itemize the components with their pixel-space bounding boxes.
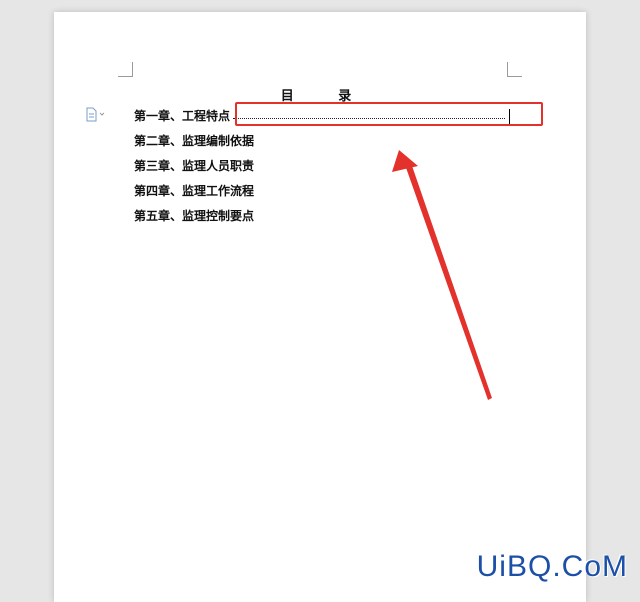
toc-entry-label: 第三章、监理人员职责 <box>134 159 255 173</box>
paragraph-layout-icon[interactable] <box>85 107 109 123</box>
toc-entry-label: 第一章、工程特点 <box>134 109 231 123</box>
margin-corner-top-right <box>507 62 522 77</box>
watermark-logo: UiBQ.CoM <box>476 550 628 583</box>
highlight-box <box>235 102 543 126</box>
toc-entry[interactable]: 第五章、监理控制要点 <box>134 208 510 233</box>
document-page[interactable]: 目 录 第一章、工程特点 第二章、监理编制依据 第三章、监理人员职责 第四章、监… <box>54 12 586 602</box>
toc-entry-label: 第二章、监理编制依据 <box>134 134 255 148</box>
margin-corner-top-left <box>118 62 133 77</box>
toc-entry-label: 第四章、监理工作流程 <box>134 184 255 198</box>
toc-list: 第一章、工程特点 第二章、监理编制依据 第三章、监理人员职责 第四章、监理工作流… <box>134 108 511 233</box>
toc-entry-label: 第五章、监理控制要点 <box>134 209 255 223</box>
toc-entry[interactable]: 第四章、监理工作流程 <box>134 183 510 208</box>
toc-entry[interactable]: 第三章、监理人员职责 <box>134 158 510 183</box>
toc-entry[interactable]: 第二章、监理编制依据 <box>134 133 510 158</box>
